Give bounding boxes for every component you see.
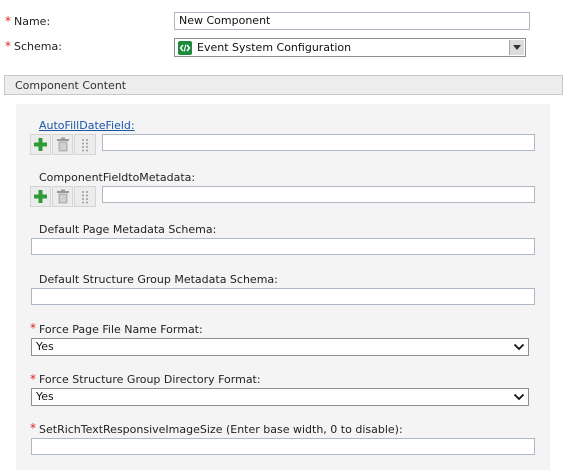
force-sg-select-value: Yes bbox=[36, 390, 54, 403]
schema-select[interactable]: Event System Configuration bbox=[174, 38, 526, 57]
schema-required-mark: * bbox=[5, 39, 11, 53]
chevron-down-icon[interactable] bbox=[509, 40, 524, 55]
delete-component-field-button[interactable] bbox=[52, 186, 73, 207]
autofill-date-field-link[interactable]: AutoFillDateField: bbox=[39, 119, 135, 132]
name-required-mark: * bbox=[5, 14, 11, 28]
force-sg-select[interactable]: Yes bbox=[31, 388, 529, 406]
rich-text-label: SetRichTextResponsiveImageSize (Enter ba… bbox=[39, 423, 403, 436]
add-component-field-button[interactable] bbox=[30, 186, 51, 207]
page-metadata-input[interactable] bbox=[31, 238, 535, 255]
component-field-label: ComponentFieldtoMetadata: bbox=[39, 171, 196, 184]
force-page-label: Force Page File Name Format: bbox=[39, 323, 203, 336]
sg-metadata-input[interactable] bbox=[31, 288, 535, 305]
drag-component-field-handle[interactable] bbox=[74, 186, 96, 207]
delete-autofill-button[interactable] bbox=[52, 134, 73, 155]
plus-icon bbox=[34, 138, 47, 151]
trash-icon bbox=[56, 189, 69, 204]
autofill-date-input[interactable] bbox=[102, 134, 535, 151]
drag-handle-icon bbox=[82, 190, 88, 203]
component-field-input[interactable] bbox=[102, 186, 535, 203]
rich-text-input[interactable] bbox=[31, 438, 535, 455]
section-header: Component Content bbox=[4, 75, 563, 95]
drag-autofill-handle[interactable] bbox=[74, 134, 96, 155]
page-metadata-label: Default Page Metadata Schema: bbox=[39, 223, 217, 236]
force-page-select[interactable]: Yes bbox=[31, 338, 529, 356]
schema-icon bbox=[178, 41, 192, 55]
chevron-down-icon bbox=[513, 393, 525, 401]
force-page-required-mark: * bbox=[30, 321, 36, 335]
force-page-select-value: Yes bbox=[36, 340, 54, 353]
add-autofill-button[interactable] bbox=[30, 134, 51, 155]
name-label: Name: bbox=[14, 15, 51, 28]
chevron-down-icon bbox=[513, 343, 525, 351]
schema-select-value: Event System Configuration bbox=[197, 41, 352, 54]
rich-text-required-mark: * bbox=[30, 421, 36, 435]
component-content-panel bbox=[16, 104, 550, 470]
name-input[interactable]: New Component bbox=[174, 12, 530, 30]
trash-icon bbox=[56, 137, 69, 152]
force-sg-required-mark: * bbox=[30, 372, 36, 386]
sg-metadata-label: Default Structure Group Metadata Schema: bbox=[39, 273, 278, 286]
schema-label: Schema: bbox=[14, 40, 62, 53]
plus-icon bbox=[34, 190, 47, 203]
drag-handle-icon bbox=[82, 138, 88, 151]
force-sg-label: Force Structure Group Directory Format: bbox=[39, 373, 261, 386]
